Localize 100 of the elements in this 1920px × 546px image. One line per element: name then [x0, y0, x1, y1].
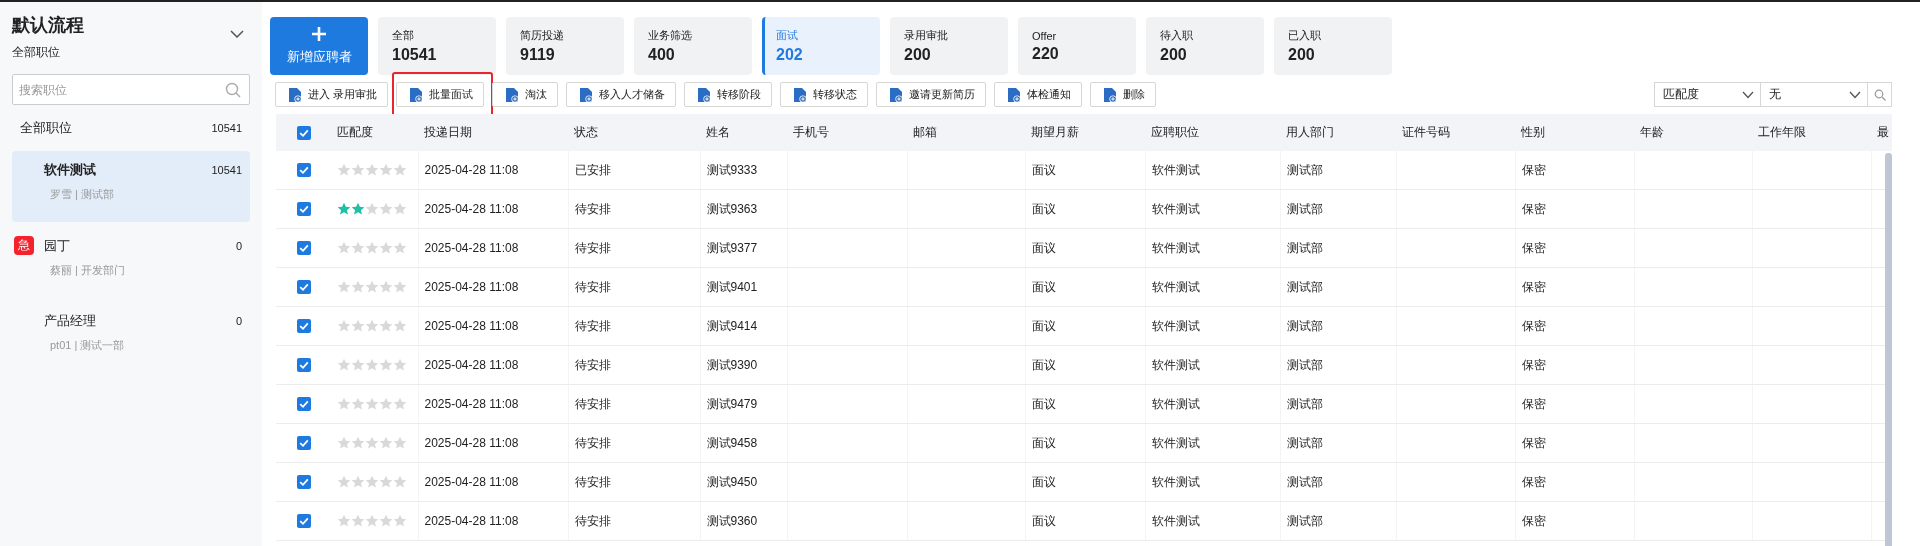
stage-tab[interactable]: 业务筛选 400 — [634, 17, 752, 75]
table-cell: 测试部 — [1286, 513, 1323, 528]
item-count: 0 — [235, 239, 242, 252]
toolbar-button[interactable]: 进入 录用审批 — [275, 82, 389, 107]
stage-tab[interactable]: 录用审批 200 — [890, 17, 1008, 75]
checkbox[interactable] — [296, 397, 311, 412]
table-cell: 面议 — [1031, 357, 1056, 372]
toolbar-button[interactable]: 转移阶段 — [684, 82, 773, 107]
column-header[interactable]: 期望月薪 — [1031, 125, 1079, 139]
checkbox[interactable] — [296, 514, 311, 529]
item-count: 10541 — [211, 164, 242, 176]
checkbox[interactable] — [296, 202, 311, 217]
table-cell: 面议 — [1031, 513, 1056, 528]
table-cell: 2025-04-28 11:08 — [424, 475, 519, 489]
checkbox[interactable] — [296, 358, 311, 373]
table-cell: 测试9458 — [706, 435, 758, 450]
column-header[interactable]: 应聘职位 — [1151, 125, 1199, 139]
table-cell: 面议 — [1031, 201, 1056, 216]
search-icon — [225, 82, 241, 98]
column-header[interactable]: 性别 — [1521, 125, 1545, 139]
table-cell: 保密 — [1521, 357, 1546, 372]
checkbox[interactable] — [296, 475, 311, 490]
table-cell: 软件测试 — [1151, 396, 1200, 411]
table-cell: 软件测试 — [1151, 435, 1200, 450]
column-header[interactable]: 年龄 — [1640, 125, 1664, 139]
column-header[interactable]: 姓名 — [706, 125, 730, 139]
sidebar-subtitle[interactable]: 全部职位 — [12, 44, 84, 61]
table-cell: 待安排 — [574, 279, 611, 294]
checkbox[interactable] — [296, 241, 311, 256]
plus-icon — [311, 26, 327, 42]
scrollbar[interactable] — [1885, 153, 1892, 546]
column-header[interactable]: 匹配度 — [337, 125, 373, 139]
stage-tab[interactable]: 已入职 200 — [1274, 17, 1392, 75]
checkbox[interactable] — [296, 319, 311, 334]
toolbar-button[interactable]: 移入人才储备 — [566, 82, 677, 107]
toolbar-button[interactable]: 邀请更新简历 — [876, 82, 987, 107]
stage-tab[interactable]: 待入职 200 — [1146, 17, 1264, 75]
checkbox[interactable] — [296, 163, 311, 178]
checkbox[interactable] — [296, 280, 311, 295]
column-header[interactable]: 用人部门 — [1286, 125, 1334, 139]
table-cell: 软件测试 — [1151, 318, 1200, 333]
stage-tab[interactable]: Offer 220 — [1018, 17, 1136, 75]
table-cell: 测试9401 — [706, 279, 758, 294]
document-plus-icon — [505, 86, 520, 103]
sidebar-item[interactable]: 全部职位 10541 — [12, 109, 250, 147]
item-count: 10541 — [211, 122, 242, 134]
table-cell: 测试9377 — [706, 240, 758, 255]
sidebar-item[interactable]: 急 园丁 0 蔡丽 | 开发部门 — [12, 226, 250, 298]
chevron-down-icon — [1742, 90, 1754, 99]
table-cell: 待安排 — [574, 396, 611, 411]
dropdown[interactable]: 匹配度 — [1654, 82, 1761, 107]
toolbar-button[interactable]: 淘汰 — [492, 82, 559, 107]
table-cell: 面议 — [1031, 396, 1056, 411]
table-cell: 保密 — [1521, 435, 1546, 450]
stage-tab[interactable]: 全部 10541 — [378, 17, 496, 75]
toolbar-button[interactable]: 批量面试 — [396, 82, 485, 107]
urgent-badge: 急 — [14, 236, 34, 255]
toolbar-button[interactable]: 转移状态 — [780, 82, 869, 107]
toolbar-button[interactable]: 体检通知 — [994, 82, 1083, 107]
table-cell: 保密 — [1521, 201, 1546, 216]
chevron-down-icon — [230, 30, 244, 38]
table-cell: 待安排 — [574, 513, 611, 528]
checkbox[interactable] — [296, 436, 311, 451]
sidebar-item[interactable]: 软件测试 10541 罗雪 | 测试部 — [12, 151, 250, 222]
column-header[interactable]: 状态 — [574, 125, 598, 139]
search-field[interactable]: 搜索职位 — [12, 74, 250, 105]
table-cell: 测试9450 — [706, 474, 758, 489]
table-cell: 保密 — [1521, 474, 1546, 489]
add-applicant-button[interactable]: 新增应聘者 — [270, 17, 368, 75]
table-cell: 2025-04-28 11:08 — [424, 202, 519, 216]
table-cell: 2025-04-28 11:08 — [424, 514, 519, 528]
table-cell: 软件测试 — [1151, 240, 1200, 255]
column-header[interactable]: 证件号码 — [1402, 125, 1450, 139]
table-cell: 2025-04-28 11:08 — [424, 280, 519, 294]
table-cell: 测试部 — [1286, 396, 1323, 411]
document-plus-icon — [697, 86, 712, 103]
table-cell: 软件测试 — [1151, 201, 1200, 216]
document-plus-icon — [288, 86, 302, 103]
column-header[interactable]: 工作年限 — [1758, 125, 1806, 139]
chevron-down-icon — [1849, 90, 1861, 99]
table-cell: 待安排 — [574, 201, 611, 216]
dropdown[interactable]: 无 — [1761, 82, 1868, 107]
stage-tab[interactable]: 面试 202 — [762, 17, 880, 75]
table-cell: 软件测试 — [1151, 162, 1200, 177]
table-cell: 测试9390 — [706, 357, 758, 372]
checkbox[interactable] — [296, 125, 311, 140]
search-button[interactable] — [1868, 82, 1892, 107]
table-cell: 保密 — [1521, 396, 1546, 411]
table-cell: 测试部 — [1286, 435, 1323, 450]
table-cell: 2025-04-28 11:08 — [424, 436, 519, 450]
table-cell: 测试9360 — [706, 513, 758, 528]
stage-tab[interactable]: 简历投递 9119 — [506, 17, 624, 75]
item-detail: 罗雪 | 测试部 — [50, 187, 115, 202]
sidebar-item[interactable]: 产品经理 0 pt01 | 测试一部 — [12, 302, 250, 373]
toolbar-button[interactable]: 删除 — [1090, 82, 1157, 107]
column-header[interactable]: 邮箱 — [913, 125, 937, 139]
column-header[interactable]: 投递日期 — [424, 125, 472, 139]
table-cell: 待安排 — [574, 240, 611, 255]
column-header[interactable]: 手机号 — [793, 125, 829, 139]
table-cell: 测试部 — [1286, 357, 1323, 372]
